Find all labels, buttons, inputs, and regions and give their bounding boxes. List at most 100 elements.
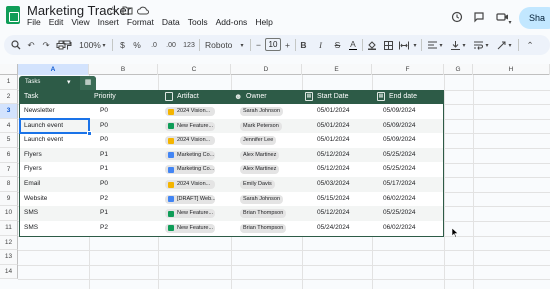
header-task[interactable]: Task <box>24 90 38 104</box>
owner-person-chip[interactable]: Alex Martinez <box>240 165 280 175</box>
header-priority[interactable]: Priority <box>94 90 116 104</box>
cell-start-date[interactable]: 05/15/2024 <box>317 192 350 207</box>
cell-start-date[interactable]: 05/12/2024 <box>317 148 350 163</box>
cell-end-date[interactable]: 06/02/2024 <box>383 221 416 236</box>
header-end-date[interactable]: End date <box>389 90 417 104</box>
table-menu-chevron-down-icon[interactable]: ▾ <box>67 78 71 86</box>
font-select[interactable]: Roboto <box>205 38 235 52</box>
zoom-chevron-down-icon[interactable]: ▾ <box>100 38 108 52</box>
horizontal-align-icon[interactable] <box>427 38 437 52</box>
owner-person-chip[interactable]: Brian Thompson <box>240 223 287 233</box>
increase-decimal-button[interactable]: .00 <box>164 38 178 52</box>
cell-start-date[interactable]: 05/01/2024 <box>317 104 350 119</box>
row-header[interactable]: 5 <box>0 133 18 148</box>
cell-task[interactable]: Newsletter <box>24 104 55 119</box>
table-view-icon[interactable]: ▦ <box>80 76 96 90</box>
header-owner[interactable]: Owner <box>246 90 267 104</box>
cell-task[interactable]: Flyers <box>24 148 42 163</box>
cell-priority[interactable]: P0 <box>100 119 108 134</box>
vertical-align-icon[interactable] <box>450 38 460 52</box>
sheets-logo-icon[interactable] <box>6 6 20 24</box>
row-header[interactable]: 12 <box>0 235 18 251</box>
bold-button[interactable]: B <box>299 38 308 52</box>
column-header-c[interactable]: C <box>158 64 231 75</box>
row-header[interactable]: 4 <box>0 118 18 134</box>
owner-person-chip[interactable]: Mark Peterson <box>240 121 282 131</box>
borders-icon[interactable] <box>383 38 393 52</box>
artifact-file-chip[interactable]: [DRAFT] Web... <box>165 194 215 204</box>
decrease-decimal-button[interactable]: .0 <box>148 38 160 52</box>
zoom-select[interactable]: 100% <box>78 38 102 52</box>
column-header-g[interactable]: G <box>444 64 473 75</box>
menu-insert[interactable]: Insert <box>98 17 119 27</box>
artifact-file-chip[interactable]: New Feature... <box>165 223 215 233</box>
artifact-file-chip[interactable]: New Feature... <box>165 121 215 131</box>
cell-end-date[interactable]: 05/25/2024 <box>383 148 416 163</box>
row-header[interactable]: 2 <box>0 89 18 105</box>
cell-end-date[interactable]: 05/17/2024 <box>383 177 416 192</box>
row-header[interactable]: 7 <box>0 162 18 178</box>
rotation-chevron-down-icon[interactable]: ▾ <box>506 38 514 52</box>
share-button[interactable]: Sha <box>519 7 550 29</box>
fill-color-icon[interactable] <box>367 38 377 52</box>
font-chevron-down-icon[interactable]: ▾ <box>238 38 246 52</box>
column-header-d[interactable]: D <box>231 64 302 75</box>
artifact-file-chip[interactable]: 2024 Vision... <box>165 107 215 116</box>
row-header[interactable]: 10 <box>0 206 18 221</box>
row-header[interactable]: 11 <box>0 221 18 236</box>
cell-task[interactable]: Launch event <box>24 133 63 148</box>
cell-task[interactable]: Email <box>24 177 40 192</box>
cloud-icon[interactable] <box>137 4 149 18</box>
hide-menus-chevron-up-icon[interactable]: ⌃ <box>524 38 536 52</box>
owner-person-chip[interactable]: Brian Thompson <box>240 209 287 219</box>
cell-end-date[interactable]: 05/25/2024 <box>383 206 416 221</box>
row-header[interactable]: 14 <box>0 264 18 280</box>
cell-task[interactable]: Website <box>24 192 47 207</box>
cell-task[interactable]: SMS <box>24 206 38 221</box>
menu-help[interactable]: Help <box>255 17 272 27</box>
cell-priority[interactable]: P2 <box>100 221 108 236</box>
column-header-h[interactable]: H <box>473 64 550 75</box>
cell-priority[interactable]: P1 <box>100 206 108 221</box>
search-menus-icon[interactable] <box>10 38 22 52</box>
selected-cell-outline[interactable] <box>19 118 90 134</box>
menu-view[interactable]: View <box>71 17 89 27</box>
row-header[interactable]: 9 <box>0 191 18 207</box>
comment-icon[interactable] <box>472 10 486 24</box>
artifact-file-chip[interactable]: Marketing Co... <box>165 150 215 160</box>
cell-start-date[interactable]: 05/01/2024 <box>317 119 350 134</box>
star-icon[interactable]: ☆ <box>107 4 118 18</box>
text-rotation-icon[interactable] <box>496 38 506 52</box>
cell-priority[interactable]: P0 <box>100 104 108 119</box>
currency-format-button[interactable]: $ <box>118 38 127 52</box>
cell-priority[interactable]: P0 <box>100 177 108 192</box>
italic-button[interactable]: I <box>316 38 325 52</box>
column-header-b[interactable]: B <box>89 64 158 75</box>
header-artifact[interactable]: Artifact <box>177 90 199 104</box>
percent-format-button[interactable]: % <box>132 38 142 52</box>
cell-end-date[interactable]: 06/02/2024 <box>383 192 416 207</box>
redo-icon[interactable]: ↷ <box>40 38 52 52</box>
font-size-input[interactable]: 10 <box>265 38 281 51</box>
merge-cells-icon[interactable] <box>398 38 410 52</box>
row-header[interactable]: 6 <box>0 148 18 163</box>
paint-format-icon[interactable] <box>61 38 73 52</box>
cell-end-date[interactable]: 05/09/2024 <box>383 133 416 148</box>
text-wrap-icon[interactable] <box>473 38 483 52</box>
font-size-increase-button[interactable]: + <box>283 38 292 52</box>
cell-priority[interactable]: P1 <box>100 162 108 177</box>
menu-tools[interactable]: Tools <box>188 17 208 27</box>
menu-format[interactable]: Format <box>127 17 154 27</box>
owner-person-chip[interactable]: Sarah Johnson <box>240 194 283 204</box>
cell-end-date[interactable]: 05/09/2024 <box>383 119 416 134</box>
cell-end-date[interactable]: 05/09/2024 <box>383 104 416 119</box>
artifact-file-chip[interactable]: 2024 Vision... <box>165 180 215 189</box>
column-header-a[interactable]: A <box>18 64 89 75</box>
select-all-corner[interactable] <box>0 64 18 75</box>
cell-task[interactable]: Flyers <box>24 162 42 177</box>
merge-chevron-down-icon[interactable]: ▾ <box>411 38 419 52</box>
artifact-file-chip[interactable]: New Feature... <box>165 209 215 219</box>
cell-start-date[interactable]: 05/24/2024 <box>317 221 350 236</box>
halign-chevron-down-icon[interactable]: ▾ <box>437 38 445 52</box>
valign-chevron-down-icon[interactable]: ▾ <box>460 38 468 52</box>
